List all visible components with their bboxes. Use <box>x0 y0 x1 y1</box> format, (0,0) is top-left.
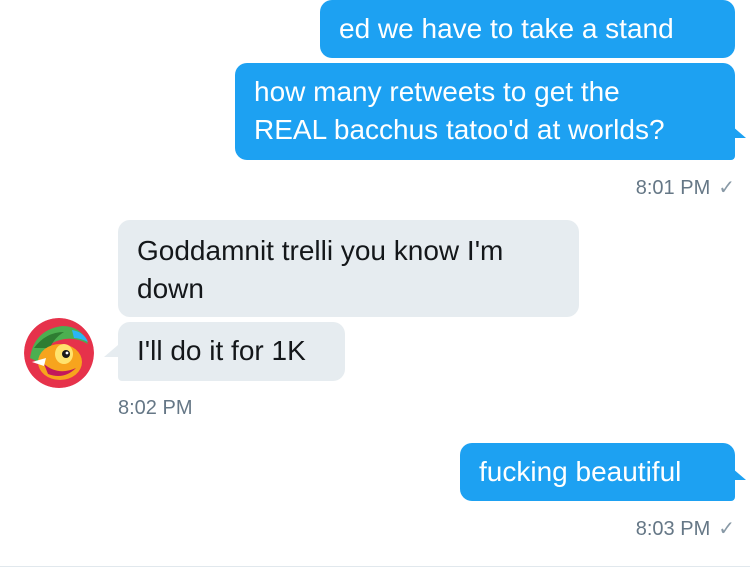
outgoing-message[interactable]: how many retweets to get the REAL bacchu… <box>235 63 735 160</box>
bubble-tail <box>732 126 746 138</box>
timestamp-text: 8:01 PM <box>635 177 711 199</box>
message-text-line: REAL bacchus tatoo'd at worlds? <box>254 114 665 145</box>
message-text: I'll do it for 1K <box>137 335 306 366</box>
incoming-message[interactable]: I'll do it for 1K <box>118 322 345 381</box>
message-text: fucking beautiful <box>479 456 682 487</box>
message-thread: ed we have to take a stand how many retw… <box>0 0 750 570</box>
message-text-line: Goddamnit trelli you know I'm <box>137 235 504 266</box>
divider <box>0 566 750 567</box>
message-timestamp: 8:03 PM ✓ <box>636 516 735 541</box>
bubble-tail <box>732 468 746 480</box>
message-timestamp: 8:01 PM ✓ <box>636 175 735 200</box>
timestamp-text: 8:03 PM <box>635 518 711 540</box>
incoming-message[interactable]: Goddamnit trelli you know I'm down <box>118 220 579 317</box>
checkmark-icon: ✓ <box>718 177 735 199</box>
message-text-line: down <box>137 273 204 304</box>
checkmark-icon: ✓ <box>718 518 735 540</box>
message-text-line: how many retweets to get the <box>254 76 620 107</box>
outgoing-message[interactable]: fucking beautiful <box>460 443 735 501</box>
outgoing-message[interactable]: ed we have to take a stand <box>320 0 735 58</box>
message-timestamp: 8:02 PM <box>118 397 192 420</box>
avatar[interactable] <box>24 318 94 388</box>
bubble-tail <box>104 345 118 357</box>
timestamp-text: 8:02 PM <box>118 397 193 419</box>
message-text: ed we have to take a stand <box>339 13 674 44</box>
cartoon-character-avatar <box>24 318 94 388</box>
